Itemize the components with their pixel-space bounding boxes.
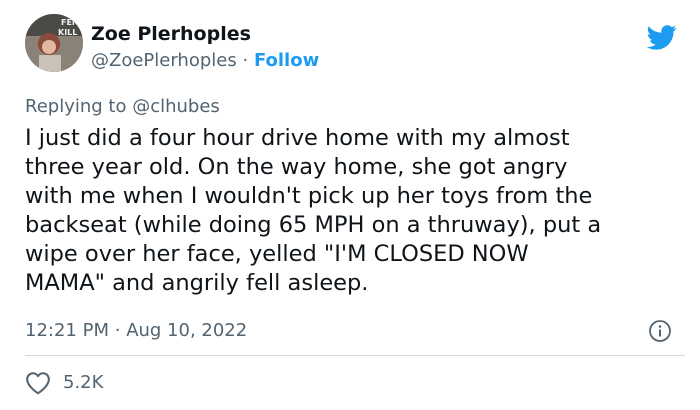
heart-icon: [26, 372, 50, 395]
tweet-card: FEM KILL Zoe Plerhoples @ZoePlerhoples ·…: [0, 0, 700, 410]
tweet-text-line: with me when I wouldn't pick up her toys…: [25, 183, 593, 209]
tweet-text-line: backseat (while doing 65 MPH on a thruwa…: [25, 212, 602, 238]
tweet-text: I just did a four hour drive home with m…: [25, 124, 685, 298]
handle-row: @ZoePlerhoples · Follow: [91, 49, 319, 73]
reply-mention-link[interactable]: @clhubes: [132, 96, 220, 117]
tweet-text-line: I just did a four hour drive home with m…: [25, 125, 570, 151]
tweet-text-line: three year old. On the way home, she got…: [25, 154, 568, 180]
replying-to-label: Replying to: [25, 96, 127, 117]
twitter-bird-icon[interactable]: [647, 22, 677, 52]
handle[interactable]: @ZoePlerhoples: [91, 50, 237, 71]
author-block: Zoe Plerhoples @ZoePlerhoples · Follow: [91, 22, 319, 73]
like-count: 5.2K: [63, 372, 104, 393]
tweet-text-line: MAMA" and angrily fell asleep.: [25, 270, 369, 296]
tweet-timestamp[interactable]: 12:21 PM · Aug 10, 2022: [25, 319, 247, 343]
tweet-text-line: wipe over her face, yelled "I'M CLOSED N…: [25, 241, 529, 267]
handle-separator: ·: [242, 50, 249, 71]
tweet-header: FEM KILL Zoe Plerhoples @ZoePlerhoples ·…: [25, 14, 685, 84]
replying-to: Replying to @clhubes: [25, 95, 220, 119]
meta-separator: ·: [114, 320, 121, 341]
info-icon[interactable]: [648, 319, 672, 343]
tweet-time: 12:21 PM: [25, 320, 109, 341]
divider: [25, 355, 685, 356]
avatar-text-line-2: KILL: [58, 28, 77, 37]
display-name[interactable]: Zoe Plerhoples: [91, 22, 319, 46]
tweet-date: Aug 10, 2022: [126, 320, 248, 341]
follow-button[interactable]: Follow: [254, 50, 319, 71]
avatar-text-line-1: FEM: [61, 18, 80, 27]
avatar[interactable]: FEM KILL: [25, 14, 83, 72]
